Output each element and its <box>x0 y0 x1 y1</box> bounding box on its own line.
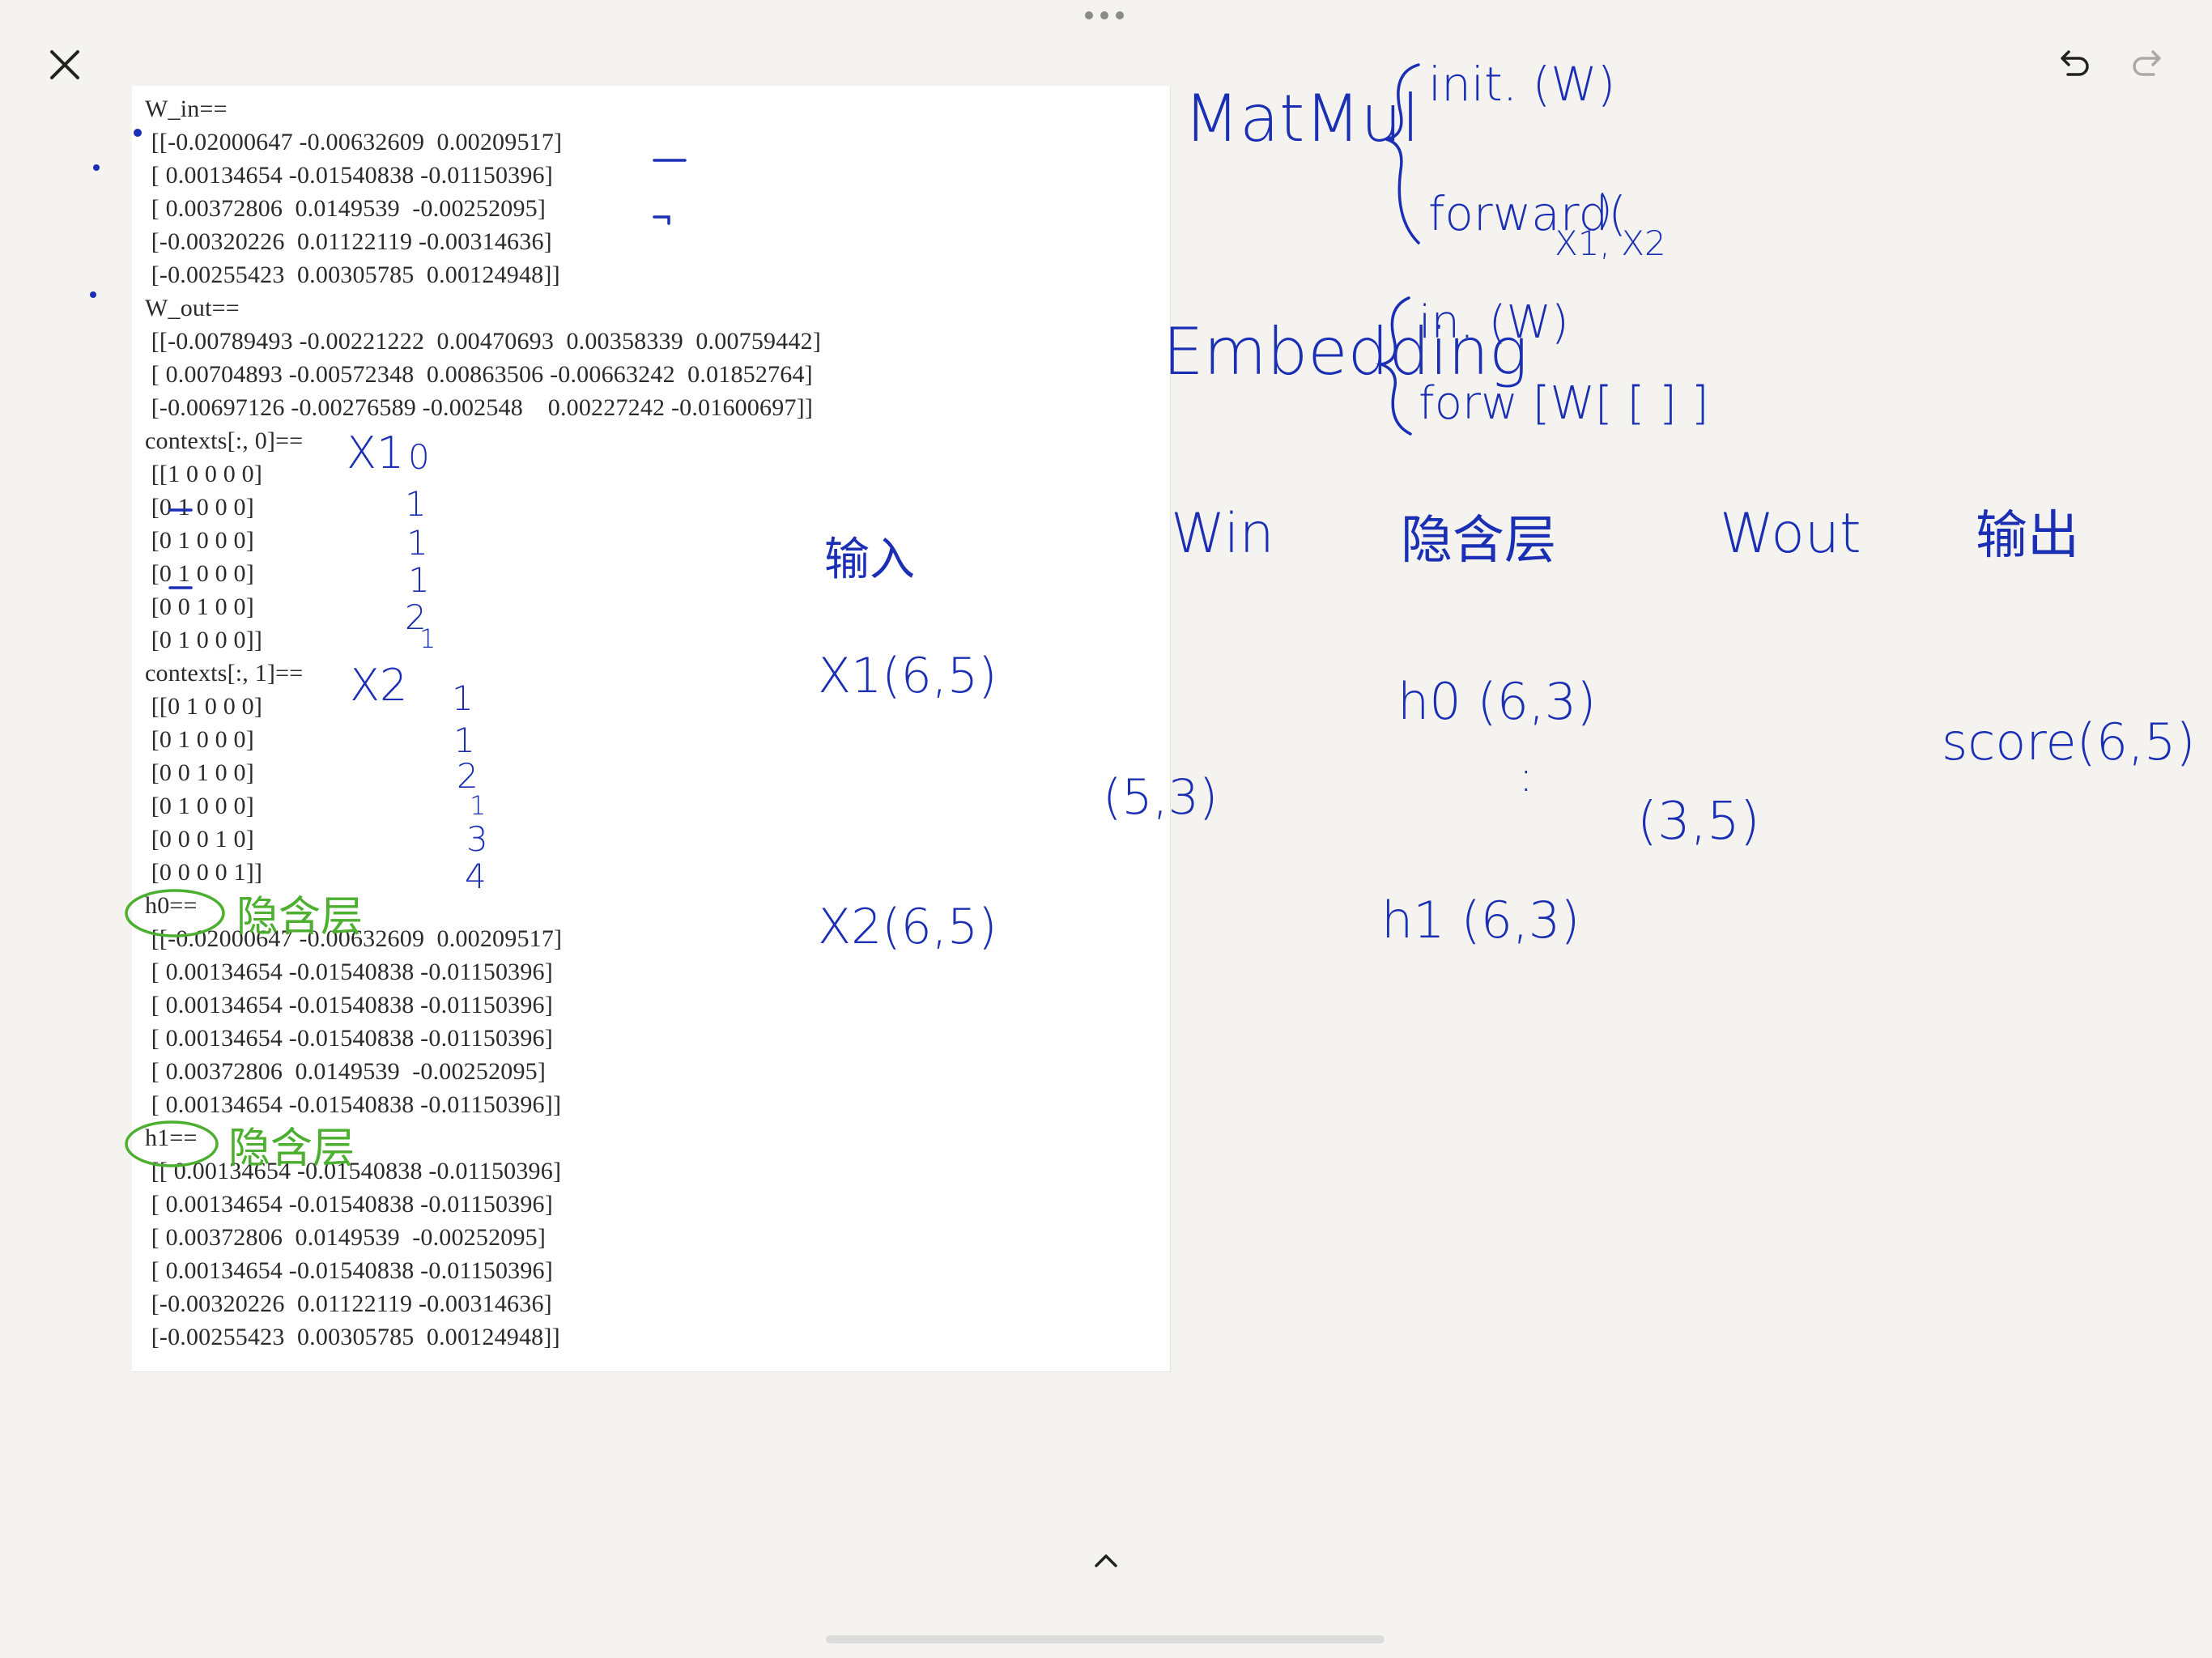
output-line: [-0.00255423 0.00305785 0.00124948]] <box>145 1324 560 1350</box>
ctx1-index: 4 <box>465 857 487 896</box>
x1-shape: X1(6,5) <box>818 648 998 704</box>
output-line: [0 1 0 0 0] <box>145 726 254 753</box>
wout-shape: (3,5) <box>1637 792 1760 852</box>
expand-button[interactable] <box>1090 1545 1122 1577</box>
ctx0-index: 1 <box>406 523 428 563</box>
x1-label: X1 <box>347 427 405 478</box>
output-line: [ 0.00134654 -0.01540838 -0.01150396] <box>145 992 553 1018</box>
ellipsis-mark: : <box>1519 753 1534 801</box>
output-line: [-0.00320226 0.01122119 -0.00314636] <box>145 1290 552 1317</box>
output-line: [0 1 0 0 0] <box>145 527 254 554</box>
output-line: [0 1 0 0 0] <box>145 793 254 819</box>
output-line: [ 0.00134654 -0.01540838 -0.01150396] <box>145 1025 553 1052</box>
output-line: [0 1 0 0 0] <box>145 494 254 521</box>
undo-icon <box>2061 50 2089 76</box>
output-line: [-0.00697126 -0.00276589 -0.002548 0.002… <box>145 394 814 421</box>
undo-button[interactable] <box>2057 47 2092 83</box>
ctx0-index: 0 <box>408 437 430 477</box>
ctx1-index: 1 <box>470 790 487 821</box>
output-line: [0 0 0 1 0] <box>145 826 254 852</box>
close-button[interactable] <box>45 45 84 84</box>
h0-hidden-note: 隐含层 <box>236 893 364 942</box>
output-line: contexts[:, 1]== <box>145 660 304 687</box>
output-line: [0 1 0 0 0]] <box>145 627 263 653</box>
win-shape: (5,3) <box>1103 769 1219 826</box>
ctx0-index: 1 <box>419 623 436 654</box>
col-wout: Wout <box>1720 502 1861 566</box>
output-line: [0 0 1 0 0] <box>145 593 254 620</box>
close-icon <box>50 50 79 79</box>
ctx1-index: 3 <box>466 819 488 859</box>
output-line: [[-0.02000647 -0.00632609 0.00209517] <box>145 129 563 155</box>
embedding-forward: forw [W[ [ ] ] <box>1419 377 1709 430</box>
output-line: [ 0.00134654 -0.01540838 -0.01150396] <box>145 1257 553 1284</box>
ctx1-index: 1 <box>452 678 474 718</box>
chevron-up-icon <box>1095 1554 1117 1567</box>
x2-label: X2 <box>350 660 408 711</box>
output-line: [0 1 0 0 0] <box>145 560 254 587</box>
h0-shape: h0 (6,3) <box>1397 672 1597 731</box>
output-line: [-0.00320226 0.01122119 -0.00314636] <box>145 228 552 255</box>
col-hidden: 隐含层 <box>1401 511 1556 571</box>
redo-icon <box>2133 50 2161 76</box>
col-output: 输出 <box>1976 506 2079 566</box>
more-dots-icon[interactable] <box>1085 11 1124 19</box>
redo-button[interactable] <box>2129 47 2165 83</box>
h1-hidden-note: 隐含层 <box>228 1124 355 1173</box>
input-label: 输入 <box>824 534 915 586</box>
x2-shape: X2(6,5) <box>818 899 998 955</box>
output-line: [ 0.00372806 0.0149539 -0.00252095] <box>145 1058 547 1085</box>
output-line: h1== <box>145 1124 198 1151</box>
matmul-args: X1, X2 <box>1555 223 1666 263</box>
home-indicator[interactable] <box>826 1635 1385 1643</box>
output-line: [ 0.00372806 0.0149539 -0.00252095] <box>145 195 547 222</box>
matmul-title: MatMul <box>1184 81 1420 156</box>
embedding-init: in. (W) <box>1419 296 1569 349</box>
output-line: [[0 1 0 0 0] <box>145 693 263 720</box>
h1-shape: h1 (6,3) <box>1381 891 1580 950</box>
output-line: [-0.00255423 0.00305785 0.00124948]] <box>145 261 560 288</box>
col-win: Win <box>1171 502 1274 566</box>
ctx0-index: 1 <box>408 560 430 600</box>
output-line: [ 0.00134654 -0.01540838 -0.01150396] <box>145 162 553 189</box>
score-shape: score(6,5) <box>1942 712 2196 772</box>
output-line: h0== <box>145 892 198 919</box>
output-line: [ 0.00134654 -0.01540838 -0.01150396] <box>145 959 553 985</box>
console-output-image: W_in== [[-0.02000647 -0.00632609 0.00209… <box>132 86 1171 1372</box>
output-line: [ 0.00372806 0.0149539 -0.00252095] <box>145 1224 547 1251</box>
output-line: W_out== <box>145 295 240 321</box>
matmul-init: init. (W) <box>1428 57 1616 112</box>
ctx0-index: 1 <box>405 484 427 524</box>
output-line: [ 0.00704893 -0.00572348 0.00863506 -0.0… <box>145 361 813 388</box>
output-line: [[1 0 0 0 0] <box>145 461 263 487</box>
output-line: contexts[:, 0]== <box>145 427 304 454</box>
output-line: [ 0.00134654 -0.01540838 -0.01150396] <box>145 1191 553 1218</box>
ctx1-index: 1 <box>453 721 475 760</box>
output-line: W_in== <box>145 96 228 122</box>
output-line: [0 0 1 0 0] <box>145 759 254 786</box>
output-line: [[-0.00789493 -0.00221222 0.00470693 0.0… <box>145 328 822 355</box>
